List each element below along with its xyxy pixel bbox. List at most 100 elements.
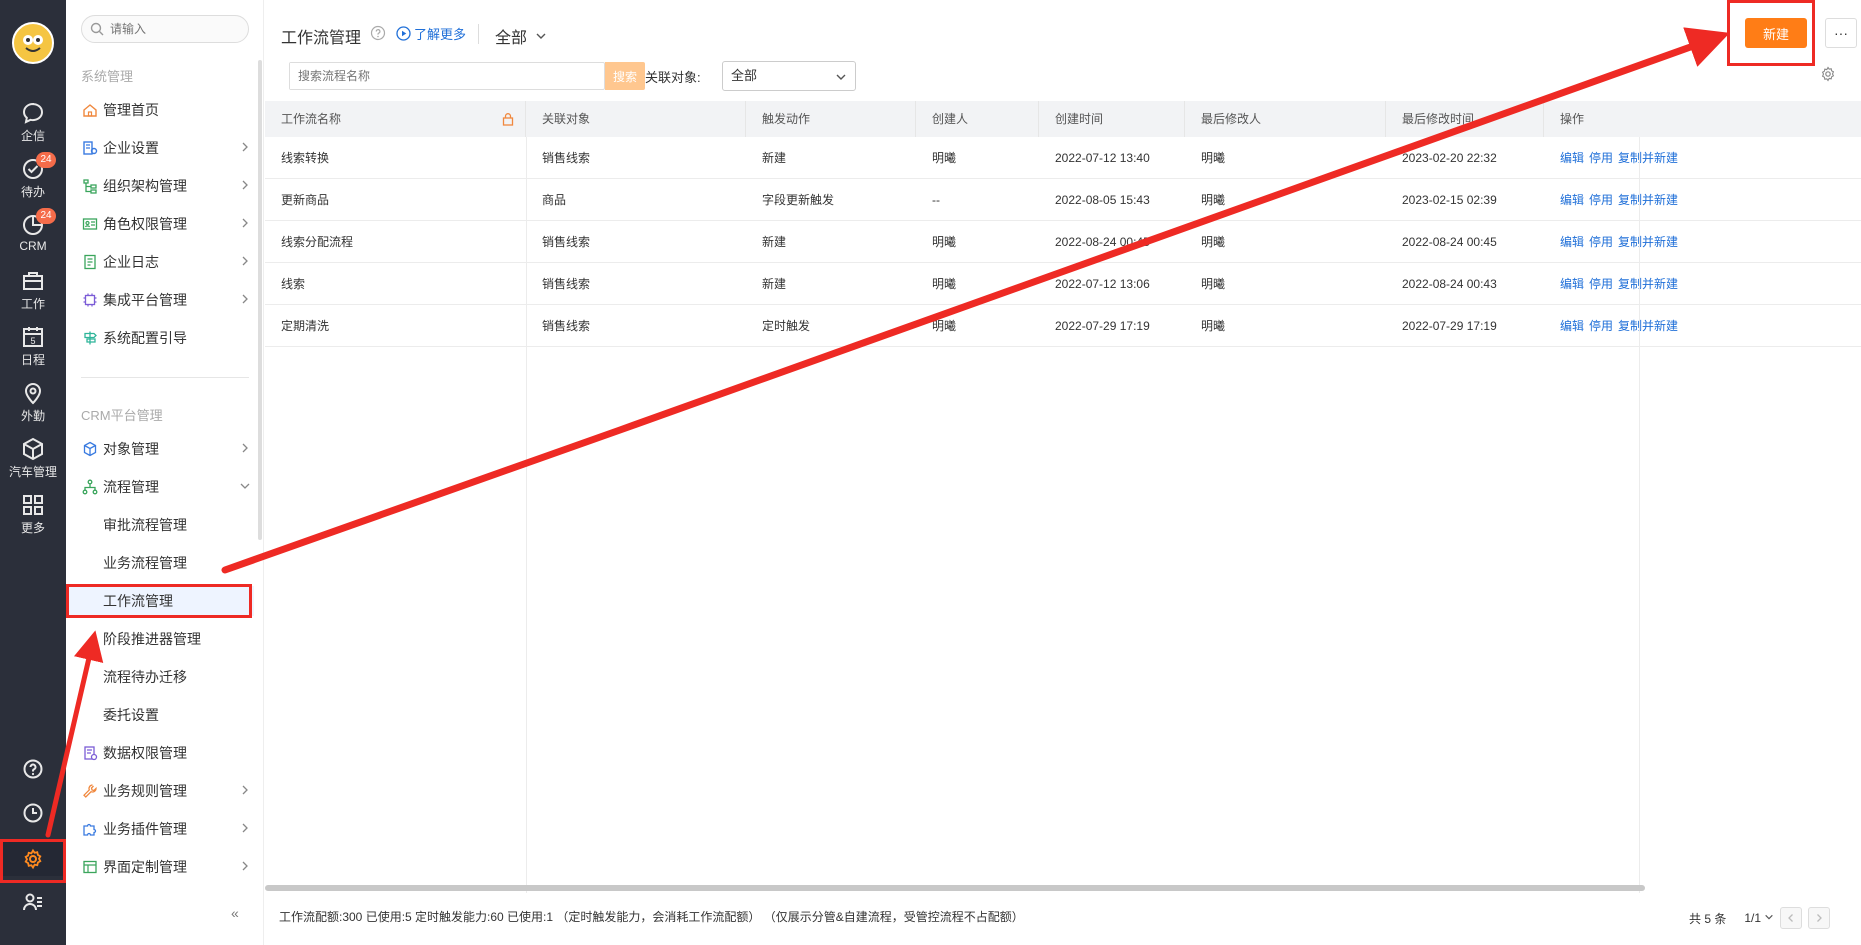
lock-icon[interactable] [501,112,515,126]
sidebar-subitem-workflow[interactable]: 工作流管理 [68,586,254,616]
chevron-right-icon [242,218,248,228]
workflow-search-box[interactable] [289,62,605,90]
disable-link[interactable]: 停用 [1589,319,1613,333]
id-card-icon [81,215,99,233]
cell-trigger: 字段更新触发 [762,193,835,207]
main-content: 工作流管理 了解更多 全部 新建 ··· 搜索 关联对象: 全部 工作流名称 [265,0,1861,945]
table-row[interactable]: 更新商品 商品 字段更新触发 -- 2022-08-05 15:43 明曦 2023-02-… [265,179,1861,221]
copy-new-link[interactable]: 复制并新建 [1618,319,1678,333]
disable-link[interactable]: 停用 [1589,193,1613,207]
rail-item-crm[interactable]: 24 CRM [0,208,66,264]
sidebar-item-flow-management[interactable]: 流程管理 [81,472,251,502]
table-row[interactable]: 线索转换 销售线索 新建 明曦 2022-07-12 13:40 明曦 2023-02-20… [265,137,1861,179]
cell-modified-time: 2022-08-24 00:43 [1402,277,1497,291]
copy-new-link[interactable]: 复制并新建 [1618,235,1678,249]
sidebar-search[interactable] [81,15,249,43]
edit-link[interactable]: 编辑 [1560,193,1584,207]
rail-item-more[interactable]: 更多 [0,492,66,544]
copy-new-link[interactable]: 复制并新建 [1618,277,1678,291]
rail-item-label: CRM [19,239,47,253]
sidebar-item-ui-customization[interactable]: 界面定制管理 [81,852,251,882]
workflow-search-input[interactable] [290,63,600,89]
column-settings-icon[interactable] [1820,66,1836,82]
collapse-sidebar-button[interactable]: « [231,905,239,921]
next-page-button[interactable] [1808,907,1831,929]
sidebar-item-label: 界面定制管理 [103,859,187,875]
prev-page-button[interactable] [1780,907,1803,929]
user-avatar[interactable] [12,22,54,64]
rail-item-label: 日程 [20,353,45,367]
sidebar-item-integration-platform[interactable]: 集成平台管理 [81,285,251,315]
disable-link[interactable]: 停用 [1589,151,1613,165]
sidebar-subitem-approval-flow[interactable]: 审批流程管理 [103,510,253,540]
scope-dropdown[interactable]: 全部 [495,24,547,48]
copy-new-link[interactable]: 复制并新建 [1618,193,1678,207]
table-row[interactable]: 线索 销售线索 新建 明曦 2022-07-12 13:06 明曦 2022-08-24 0… [265,263,1861,305]
sidebar-item-label: 管理首页 [103,102,159,118]
sidebar-item-enterprise-settings[interactable]: 企业设置 [81,133,251,163]
edit-link[interactable]: 编辑 [1560,277,1584,291]
sidebar-item-label: 角色权限管理 [103,216,187,232]
sidebar-item-data-permissions[interactable]: 数据权限管理 [81,738,251,768]
column-header-created-time: 创建时间 [1039,101,1185,137]
rail-item-work[interactable]: 工作 [0,268,66,320]
column-header-name: 工作流名称 [265,101,526,137]
quota-summary: 工作流配额:300 已使用:5 定时触发能力:60 已使用:1 （定时触发能力，… [279,910,1024,924]
table-row[interactable]: 线索分配流程 销售线索 新建 明曦 2022-08-24 00:45 明曦 2022-08-… [265,221,1861,263]
sidebar-subitem-delegation[interactable]: 委托设置 [103,700,253,730]
disable-link[interactable]: 停用 [1589,277,1613,291]
learn-more-link[interactable]: 了解更多 [396,24,466,43]
more-options-button[interactable]: ··· [1825,18,1857,48]
cell-creator: 明曦 [932,319,957,333]
sidebar-item-business-rules[interactable]: 业务规则管理 [81,776,251,806]
sidebar-scrollbar[interactable] [258,60,262,540]
sidebar-item-label: 系统配置引导 [103,330,187,346]
new-workflow-button[interactable]: 新建 [1745,18,1807,48]
rail-item-schedule[interactable]: 5 日程 [0,324,66,376]
sidebar-subitem-business-flow[interactable]: 业务流程管理 [103,548,253,578]
sidebar-item-business-plugins[interactable]: 业务插件管理 [81,814,251,844]
cell-name: 更新商品 [281,193,330,207]
search-icon [90,22,104,36]
sidebar-item-object-management[interactable]: 对象管理 [81,434,251,464]
cell-modifier: 明曦 [1201,235,1226,249]
help-button[interactable] [0,752,66,786]
cell-actions: 编辑 停用 复制并新建 [1544,137,1683,179]
settings-button[interactable] [0,842,66,876]
sidebar-subitem-pending-migration[interactable]: 流程待办迁移 [103,662,253,692]
sidebar-item-org-structure[interactable]: 组织架构管理 [81,171,251,201]
sidebar-item-enterprise-log[interactable]: 企业日志 [81,247,251,277]
rail-item-todo[interactable]: 24 待办 [0,152,66,208]
user-management-button[interactable] [0,885,66,919]
briefcase-icon [20,268,46,294]
sidebar-item-role-permissions[interactable]: 角色权限管理 [81,209,251,239]
rail-item-car[interactable]: 汽车管理 [0,436,66,488]
copy-new-link[interactable]: 复制并新建 [1618,151,1678,165]
history-button[interactable] [0,796,66,830]
associated-object-value: 全部 [731,68,758,83]
rail-item-qixin[interactable]: 企信 [0,100,66,152]
edit-link[interactable]: 编辑 [1560,151,1584,165]
cell-actions: 编辑 停用 复制并新建 [1544,221,1683,263]
sidebar-subitem-stage-progress[interactable]: 阶段推进器管理 [103,624,253,654]
edit-link[interactable]: 编辑 [1560,319,1584,333]
chevron-right-icon [242,861,248,871]
sidebar-item-admin-home[interactable]: 管理首页 [81,95,251,125]
edit-link[interactable]: 编辑 [1560,235,1584,249]
table-row[interactable]: 定期清洗 销售线索 定时触发 明曦 2022-07-29 17:19 明曦 2022-07-… [265,305,1861,347]
rail-item-label: 更多 [20,521,45,535]
horizontal-scrollbar[interactable] [265,885,1645,891]
sidebar-item-label: 流程管理 [103,479,159,495]
search-button[interactable]: 搜索 [605,62,645,90]
rail-item-field[interactable]: 外勤 [0,380,66,432]
sidebar-item-label: 数据权限管理 [103,745,187,761]
cell-trigger: 新建 [762,151,787,165]
sidebar-item-config-guide[interactable]: 系统配置引导 [81,323,251,353]
question-mark-icon[interactable] [370,25,386,41]
disable-link[interactable]: 停用 [1589,235,1613,249]
page-indicator[interactable]: 1/1 [1744,911,1774,925]
associated-object-select[interactable]: 全部 [722,61,856,91]
cell-created-time: 2022-08-05 15:43 [1055,193,1150,207]
sidebar-search-input[interactable] [110,22,240,36]
grid-icon [20,492,46,518]
